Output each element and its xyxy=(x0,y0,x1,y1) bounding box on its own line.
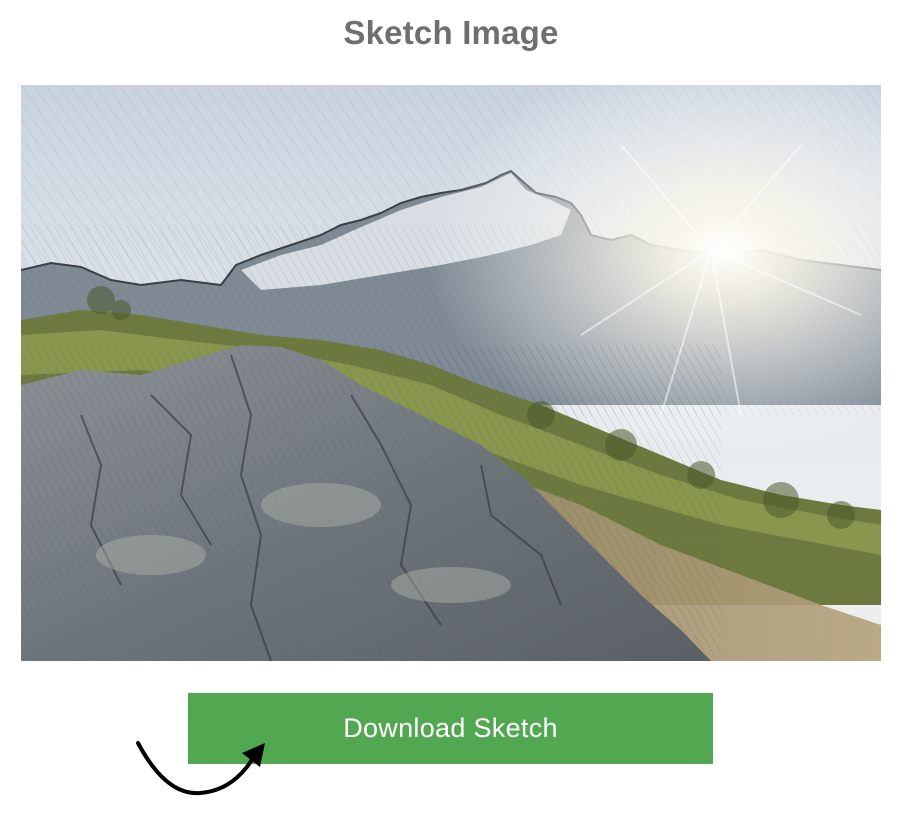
sketch-image xyxy=(21,85,881,661)
curved-arrow-icon xyxy=(136,741,265,796)
page-title: Sketch Image xyxy=(343,14,559,51)
